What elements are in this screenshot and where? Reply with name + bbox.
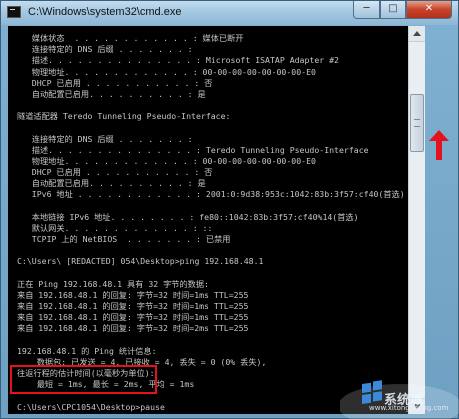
console-line: 来自 192.168.48.1 的回复: 字节=32 时间=1ms TTL=25… (17, 289, 249, 300)
console-line: DHCP 已启用 . . . . . . . . . . . : 否 (17, 167, 213, 178)
console-line: 正在 Ping 192.168.48.1 具有 32 字节的数据: (17, 278, 209, 289)
vertical-scrollbar[interactable] (408, 26, 425, 414)
console-line: C:\Users\ [REDACTED] 054\Desktop>ping 19… (17, 256, 264, 267)
console-line: 来自 192.168.48.1 的回复: 字节=32 时间=1ms TTL=25… (17, 301, 249, 312)
scrollbar-thumb[interactable] (410, 94, 424, 152)
console-line: 物理地址. . . . . . . . . . . . . : 00-00-00… (17, 155, 316, 166)
console-line: 默认网关. . . . . . . . . . . . . : :: (17, 222, 213, 233)
console-line: 物理地址. . . . . . . . . . . . . : 00-00-00… (17, 66, 316, 77)
console-line: 描述. . . . . . . . . . . . . . . : Teredo… (17, 144, 369, 155)
scroll-up-arrow-icon[interactable] (409, 26, 425, 42)
watermark-url: www.xitongcheng.com (369, 404, 449, 412)
console-line: 自动配置已启用. . . . . . . . . . : 是 (17, 178, 206, 189)
console-lines: 媒体状态 . . . . . . . . . . . . : 媒体已断开 连接特… (17, 33, 405, 414)
console-line: 来自 192.168.48.1 的回复: 字节=32 时间=1ms TTL=25… (17, 312, 249, 323)
console-line: 192.168.48.1 的 Ping 统计信息: (17, 345, 157, 356)
title-bar[interactable]: C:\Windows\system32\cmd.exe ─ □ ✕ (1, 1, 458, 25)
console-line: IPv6 地址 . . . . . . . . . . . . : 2001:0… (17, 189, 405, 200)
window-title: C:\Windows\system32\cmd.exe (28, 6, 182, 18)
maximize-button[interactable]: □ (380, 1, 406, 19)
console-line: 自动配置已启用. . . . . . . . . . : 是 (17, 88, 206, 99)
console-line: 连接特定的 DNS 后缀 . . . . . . . : (17, 44, 193, 55)
cmd-window: C:\Windows\system32\cmd.exe ─ □ ✕ 媒体状态 .… (0, 0, 459, 419)
console-line: 连接特定的 DNS 后缀 . . . . . . . : (17, 133, 193, 144)
console-line: 媒体状态 . . . . . . . . . . . . : 媒体已断开 (17, 33, 244, 43)
console-line: 隧道适配器 Teredo Tunneling Pseudo-Interface: (17, 111, 231, 122)
cmd-icon (7, 6, 21, 18)
console-line: DHCP 已启用 . . . . . . . . . . . : 否 (17, 77, 213, 88)
console-line: 描述. . . . . . . . . . . . . . . : Micros… (17, 55, 339, 66)
console-line: TCPIP 上的 NetBIOS . . . . . . . : 已禁用 (17, 234, 231, 245)
highlight-box (10, 365, 157, 394)
console-output[interactable]: 媒体状态 . . . . . . . . . . . . : 媒体已断开 连接特… (8, 26, 408, 414)
red-arrow-up-icon (429, 130, 449, 160)
console-line: 本地链接 IPv6 地址. . . . . . . . : fe80::1042… (17, 211, 359, 222)
console-line: 来自 192.168.48.1 的回复: 字节=32 时间=2ms TTL=25… (17, 323, 249, 334)
minimize-button[interactable]: ─ (353, 1, 380, 19)
close-button[interactable]: ✕ (406, 1, 452, 19)
